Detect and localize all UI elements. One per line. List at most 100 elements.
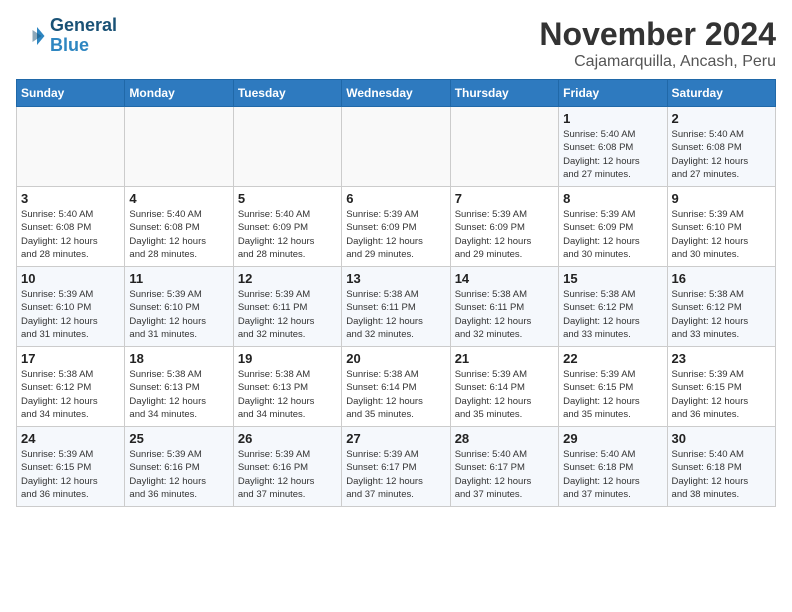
day-info: Sunrise: 5:39 AMSunset: 6:10 PMDaylight:… [672,208,771,261]
day-number: 18 [129,351,228,366]
day-number: 14 [455,271,554,286]
day-cell [342,107,450,187]
day-cell: 1 Sunrise: 5:40 AMSunset: 6:08 PMDaylight… [559,107,667,187]
header-cell-saturday: Saturday [667,80,775,107]
day-info: Sunrise: 5:38 AMSunset: 6:12 PMDaylight:… [672,288,771,341]
day-cell: 20 Sunrise: 5:38 AMSunset: 6:14 PMDayligh… [342,347,450,427]
day-info: Sunrise: 5:40 AMSunset: 6:08 PMDaylight:… [672,128,771,181]
day-number: 10 [21,271,120,286]
header-cell-wednesday: Wednesday [342,80,450,107]
day-cell: 6 Sunrise: 5:39 AMSunset: 6:09 PMDaylight… [342,187,450,267]
day-info: Sunrise: 5:39 AMSunset: 6:16 PMDaylight:… [129,448,228,501]
title-area: November 2024 Cajamarquilla, Ancash, Per… [539,16,776,71]
day-cell: 28 Sunrise: 5:40 AMSunset: 6:17 PMDayligh… [450,427,558,507]
header-cell-monday: Monday [125,80,233,107]
calendar-title: November 2024 [539,16,776,53]
day-cell: 16 Sunrise: 5:38 AMSunset: 6:12 PMDayligh… [667,267,775,347]
day-number: 17 [21,351,120,366]
day-cell: 27Sunrise: 5:39 AMSunset: 6:17 PMDayligh… [342,427,450,507]
day-info: Sunrise: 5:38 AMSunset: 6:14 PMDaylight:… [346,368,445,421]
calendar-table: SundayMondayTuesdayWednesdayThursdayFrid… [16,79,776,507]
day-cell: 29 Sunrise: 5:40 AMSunset: 6:18 PMDayligh… [559,427,667,507]
day-cell: 7 Sunrise: 5:39 AMSunset: 6:09 PMDaylight… [450,187,558,267]
day-info: Sunrise: 5:38 AMSunset: 6:11 PMDaylight:… [455,288,554,341]
day-info: Sunrise: 5:38 AMSunset: 6:13 PMDaylight:… [129,368,228,421]
day-number: 6 [346,191,445,206]
day-info: Sunrise: 5:39 AMSunset: 6:09 PMDaylight:… [346,208,445,261]
day-cell [450,107,558,187]
day-info: Sunrise: 5:40 AMSunset: 6:08 PMDaylight:… [21,208,120,261]
day-number: 12 [238,271,337,286]
day-info: Sunrise: 5:39 AMSunset: 6:11 PMDaylight:… [238,288,337,341]
day-cell: 23Sunrise: 5:39 AMSunset: 6:15 PMDayligh… [667,347,775,427]
day-cell [233,107,341,187]
calendar-subtitle: Cajamarquilla, Ancash, Peru [539,53,776,71]
day-cell: 11 Sunrise: 5:39 AMSunset: 6:10 PMDayligh… [125,267,233,347]
day-number: 7 [455,191,554,206]
day-info: Sunrise: 5:40 AMSunset: 6:18 PMDaylight:… [563,448,662,501]
header-cell-friday: Friday [559,80,667,107]
day-info: Sunrise: 5:39 AMSunset: 6:15 PMDaylight:… [563,368,662,421]
day-number: 27 [346,431,445,446]
day-cell: 2 Sunrise: 5:40 AMSunset: 6:08 PMDaylight… [667,107,775,187]
day-number: 22 [563,351,662,366]
week-row-5: 24 Sunrise: 5:39 AMSunset: 6:15 PMDayligh… [17,427,776,507]
day-number: 15 [563,271,662,286]
day-number: 24 [21,431,120,446]
day-number: 5 [238,191,337,206]
day-cell: 15 Sunrise: 5:38 AMSunset: 6:12 PMDayligh… [559,267,667,347]
day-number: 19 [238,351,337,366]
header: General Blue November 2024 Cajamarquilla… [16,16,776,71]
day-cell: 30 Sunrise: 5:40 AMSunset: 6:18 PMDayligh… [667,427,775,507]
day-info: Sunrise: 5:39 AMSunset: 6:09 PMDaylight:… [455,208,554,261]
day-info: Sunrise: 5:40 AMSunset: 6:08 PMDaylight:… [129,208,228,261]
day-number: 20 [346,351,445,366]
day-cell: 19Sunrise: 5:38 AMSunset: 6:13 PMDayligh… [233,347,341,427]
day-cell: 26 Sunrise: 5:39 AMSunset: 6:16 PMDayligh… [233,427,341,507]
day-cell: 4Sunrise: 5:40 AMSunset: 6:08 PMDaylight… [125,187,233,267]
day-info: Sunrise: 5:40 AMSunset: 6:18 PMDaylight:… [672,448,771,501]
day-number: 1 [563,111,662,126]
day-info: Sunrise: 5:40 AMSunset: 6:17 PMDaylight:… [455,448,554,501]
logo-icon [16,21,46,51]
header-cell-sunday: Sunday [17,80,125,107]
day-info: Sunrise: 5:39 AMSunset: 6:15 PMDaylight:… [672,368,771,421]
day-info: Sunrise: 5:39 AMSunset: 6:10 PMDaylight:… [129,288,228,341]
week-row-2: 3 Sunrise: 5:40 AMSunset: 6:08 PMDaylight… [17,187,776,267]
day-cell: 10 Sunrise: 5:39 AMSunset: 6:10 PMDayligh… [17,267,125,347]
day-cell: 21 Sunrise: 5:39 AMSunset: 6:14 PMDayligh… [450,347,558,427]
day-number: 21 [455,351,554,366]
day-info: Sunrise: 5:39 AMSunset: 6:16 PMDaylight:… [238,448,337,501]
week-row-4: 17Sunrise: 5:38 AMSunset: 6:12 PMDayligh… [17,347,776,427]
day-cell [125,107,233,187]
day-info: Sunrise: 5:39 AMSunset: 6:10 PMDaylight:… [21,288,120,341]
day-number: 13 [346,271,445,286]
day-info: Sunrise: 5:39 AMSunset: 6:15 PMDaylight:… [21,448,120,501]
day-info: Sunrise: 5:39 AMSunset: 6:14 PMDaylight:… [455,368,554,421]
day-info: Sunrise: 5:40 AMSunset: 6:08 PMDaylight:… [563,128,662,181]
day-cell: 17Sunrise: 5:38 AMSunset: 6:12 PMDayligh… [17,347,125,427]
day-number: 8 [563,191,662,206]
day-cell: 9 Sunrise: 5:39 AMSunset: 6:10 PMDaylight… [667,187,775,267]
day-cell: 25Sunrise: 5:39 AMSunset: 6:16 PMDayligh… [125,427,233,507]
day-number: 9 [672,191,771,206]
header-cell-thursday: Thursday [450,80,558,107]
day-cell: 14 Sunrise: 5:38 AMSunset: 6:11 PMDayligh… [450,267,558,347]
day-number: 11 [129,271,228,286]
day-number: 3 [21,191,120,206]
day-number: 29 [563,431,662,446]
day-number: 30 [672,431,771,446]
day-info: Sunrise: 5:39 AMSunset: 6:09 PMDaylight:… [563,208,662,261]
day-info: Sunrise: 5:38 AMSunset: 6:12 PMDaylight:… [563,288,662,341]
day-cell: 24 Sunrise: 5:39 AMSunset: 6:15 PMDayligh… [17,427,125,507]
day-cell: 8 Sunrise: 5:39 AMSunset: 6:09 PMDaylight… [559,187,667,267]
week-row-3: 10 Sunrise: 5:39 AMSunset: 6:10 PMDayligh… [17,267,776,347]
day-info: Sunrise: 5:40 AMSunset: 6:09 PMDaylight:… [238,208,337,261]
day-number: 16 [672,271,771,286]
day-number: 28 [455,431,554,446]
day-number: 2 [672,111,771,126]
day-info: Sunrise: 5:38 AMSunset: 6:11 PMDaylight:… [346,288,445,341]
day-cell: 13 Sunrise: 5:38 AMSunset: 6:11 PMDayligh… [342,267,450,347]
day-cell: 22 Sunrise: 5:39 AMSunset: 6:15 PMDayligh… [559,347,667,427]
day-number: 26 [238,431,337,446]
